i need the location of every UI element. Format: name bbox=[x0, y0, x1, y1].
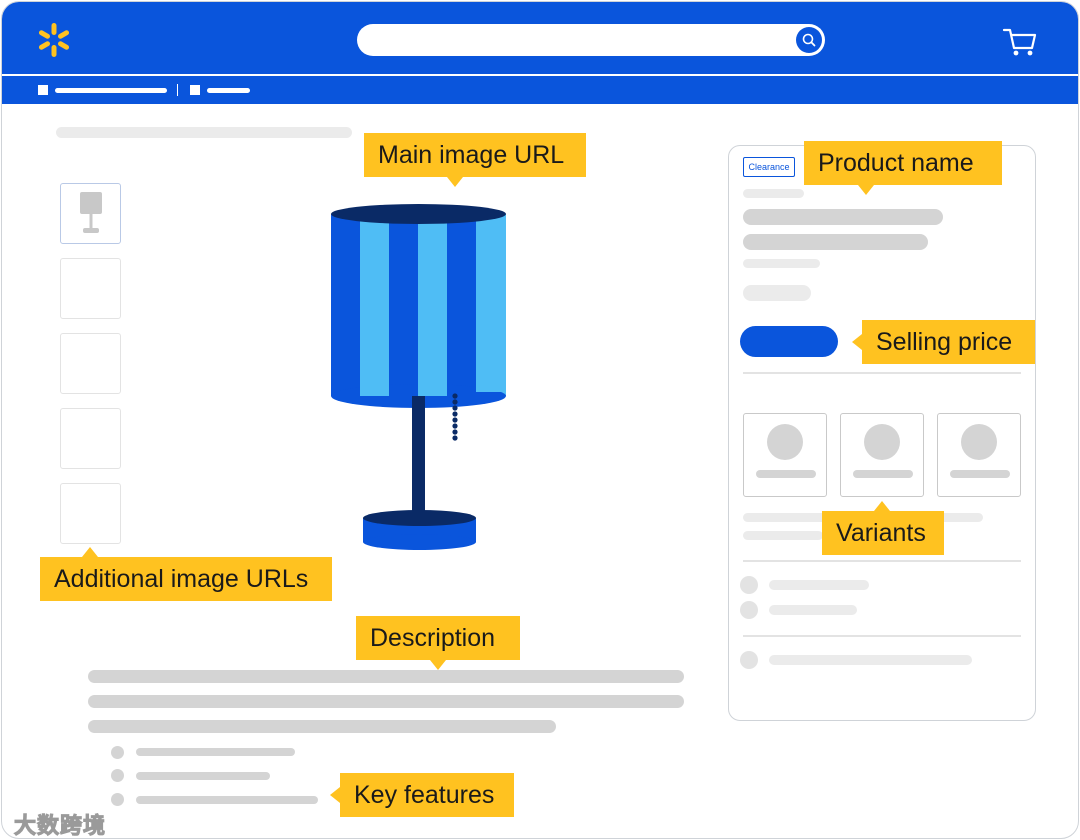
thumbnail-active[interactable] bbox=[60, 183, 121, 244]
option-dot bbox=[740, 601, 758, 619]
callout-pointer bbox=[330, 787, 340, 803]
callout-pointer bbox=[874, 501, 890, 511]
browser-frame: Clearance Main image URL Product name Se… bbox=[1, 1, 1079, 839]
callout-key-features: Key features bbox=[340, 773, 514, 817]
search-input[interactable] bbox=[357, 24, 825, 56]
placeholder-bar bbox=[743, 259, 820, 268]
description-line bbox=[88, 670, 684, 683]
thumbnail[interactable] bbox=[60, 333, 121, 394]
divider bbox=[743, 635, 1021, 637]
bullet-icon bbox=[111, 746, 124, 759]
variant-option[interactable] bbox=[937, 413, 1021, 497]
variant-swatch bbox=[961, 424, 997, 460]
search-button[interactable] bbox=[796, 27, 822, 53]
variant-swatch bbox=[864, 424, 900, 460]
product-name-line bbox=[743, 234, 928, 250]
search-icon bbox=[802, 33, 816, 47]
callout-additional-images: Additional image URLs bbox=[40, 557, 332, 601]
callout-variants: Variants bbox=[822, 511, 944, 555]
variant-label bbox=[853, 470, 913, 478]
callout-pointer bbox=[82, 547, 98, 557]
callout-selling-price: Selling price bbox=[862, 320, 1035, 364]
variant-option[interactable] bbox=[840, 413, 924, 497]
top-nav-bar bbox=[2, 2, 1078, 74]
lamp-thumbnail-icon bbox=[80, 192, 102, 233]
callout-main-image: Main image URL bbox=[364, 133, 586, 177]
placeholder-bar bbox=[769, 605, 857, 615]
variant-label bbox=[756, 470, 816, 478]
placeholder-bar bbox=[743, 189, 804, 198]
breadcrumb-item[interactable] bbox=[55, 88, 167, 93]
cart-icon[interactable] bbox=[1002, 26, 1038, 58]
callout-description: Description bbox=[356, 616, 520, 660]
thumbnail[interactable] bbox=[60, 483, 121, 544]
description-line bbox=[88, 695, 684, 708]
placeholder-bar bbox=[56, 127, 352, 138]
breadcrumb-square bbox=[190, 85, 200, 95]
placeholder-bar bbox=[769, 655, 972, 665]
divider bbox=[743, 372, 1021, 374]
watermark-text: 大数跨境 bbox=[13, 813, 107, 839]
key-feature-line bbox=[136, 748, 295, 756]
callout-pointer bbox=[852, 334, 862, 350]
callout-pointer bbox=[430, 660, 446, 670]
rating-placeholder bbox=[743, 285, 811, 301]
placeholder-bar bbox=[769, 580, 869, 590]
breadcrumb-item[interactable] bbox=[207, 88, 250, 93]
option-dot bbox=[740, 651, 758, 669]
variant-label bbox=[950, 470, 1010, 478]
callout-pointer bbox=[858, 185, 874, 195]
variant-option[interactable] bbox=[743, 413, 827, 497]
key-feature-line bbox=[136, 796, 318, 804]
bullet-icon bbox=[111, 793, 124, 806]
thumbnail[interactable] bbox=[60, 258, 121, 319]
clearance-badge: Clearance bbox=[743, 157, 795, 177]
product-name-line bbox=[743, 209, 943, 225]
bullet-icon bbox=[111, 769, 124, 782]
breadcrumb-square bbox=[38, 85, 48, 95]
callout-product-name: Product name bbox=[804, 141, 1002, 185]
divider bbox=[743, 560, 1021, 562]
breadcrumb-separator bbox=[177, 84, 178, 96]
variant-swatch bbox=[767, 424, 803, 460]
thumbnail[interactable] bbox=[60, 408, 121, 469]
key-feature-line bbox=[136, 772, 270, 780]
selling-price-pill bbox=[740, 326, 838, 357]
main-product-image[interactable] bbox=[324, 198, 514, 554]
description-line bbox=[88, 720, 556, 733]
placeholder-bar bbox=[743, 531, 823, 540]
callout-pointer bbox=[447, 177, 463, 187]
spark-icon[interactable] bbox=[36, 22, 72, 58]
option-dot bbox=[740, 576, 758, 594]
